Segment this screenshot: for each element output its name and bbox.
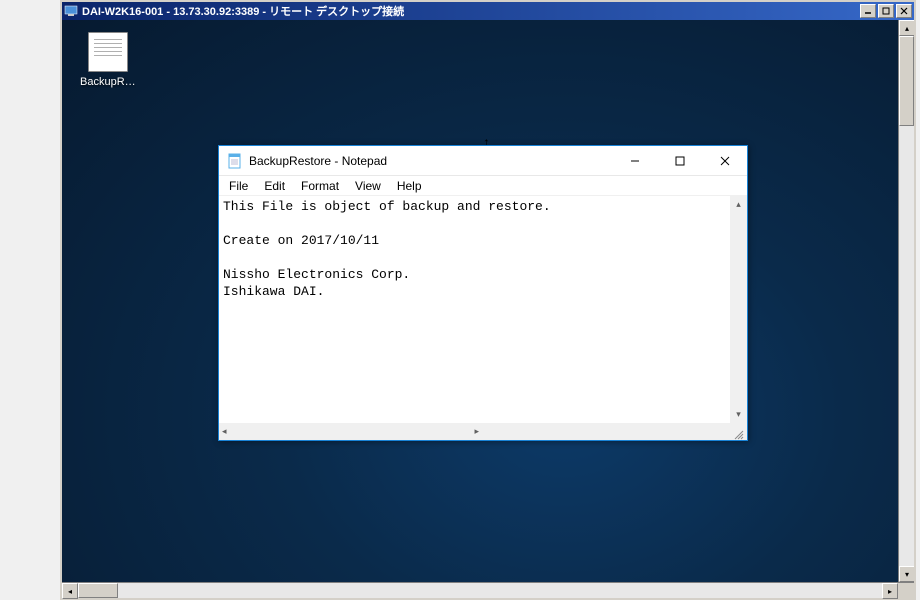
desktop-file-label: BackupRest...	[80, 76, 136, 88]
rdp-maximize-button[interactable]	[878, 4, 894, 18]
rdp-close-button[interactable]	[896, 4, 912, 18]
notepad-vertical-scrollbar[interactable]: ▴ ▾	[730, 196, 747, 423]
menu-edit[interactable]: Edit	[256, 177, 293, 195]
scrollbar-thumb[interactable]	[899, 36, 914, 126]
notepad-minimize-button[interactable]	[612, 146, 657, 176]
desktop-file-icon[interactable]: BackupRest...	[80, 32, 136, 88]
notepad-title: BackupRestore - Notepad	[249, 154, 612, 168]
notepad-maximize-button[interactable]	[657, 146, 702, 176]
notepad-close-button[interactable]	[702, 146, 747, 176]
menu-format[interactable]: Format	[293, 177, 347, 195]
rdp-window: DAI-W2K16-001 - 13.73.30.92:3389 - リモート …	[60, 0, 916, 600]
remote-desktop[interactable]: BackupRest... ↕ BackupRestore - Notepad	[62, 20, 898, 582]
scroll-down-icon: ▾	[736, 409, 741, 420]
notepad-menubar: File Edit Format View Help	[219, 176, 747, 196]
rdp-icon	[64, 4, 78, 18]
scroll-right-button[interactable]: ▸	[882, 583, 898, 599]
notepad-titlebar[interactable]: BackupRestore - Notepad	[219, 146, 747, 176]
notepad-text-area[interactable]: This File is object of backup and restor…	[219, 196, 730, 423]
notepad-window[interactable]: BackupRestore - Notepad Fil	[218, 145, 748, 441]
scroll-up-icon: ▴	[736, 199, 741, 210]
scrollbar-thumb[interactable]	[78, 583, 118, 598]
rdp-title: DAI-W2K16-001 - 13.73.30.92:3389 - リモート …	[82, 3, 860, 19]
menu-help[interactable]: Help	[389, 177, 430, 195]
scroll-down-button[interactable]: ▾	[899, 566, 914, 582]
scrollbar-track[interactable]	[78, 583, 882, 598]
scroll-left-icon: ◂	[222, 426, 227, 437]
menu-file[interactable]: File	[221, 177, 256, 195]
scroll-left-button[interactable]: ◂	[62, 583, 78, 599]
rdp-titlebar[interactable]: DAI-W2K16-001 - 13.73.30.92:3389 - リモート …	[62, 2, 914, 20]
scroll-up-button[interactable]: ▴	[899, 20, 914, 36]
notepad-horizontal-scrollbar[interactable]: ◂ ▸	[219, 423, 747, 440]
rdp-minimize-button[interactable]	[860, 4, 876, 18]
text-file-icon	[88, 32, 128, 72]
menu-view[interactable]: View	[347, 177, 389, 195]
rdp-horizontal-scrollbar[interactable]: ◂ ▸	[62, 582, 914, 598]
scroll-right-icon: ▸	[475, 426, 480, 437]
resize-grip-icon[interactable]	[727, 423, 744, 440]
scrollbar-corner	[898, 583, 914, 598]
rdp-vertical-scrollbar[interactable]: ▴ ▾	[898, 20, 914, 582]
scrollbar-track[interactable]	[899, 36, 914, 566]
notepad-icon	[227, 153, 243, 169]
